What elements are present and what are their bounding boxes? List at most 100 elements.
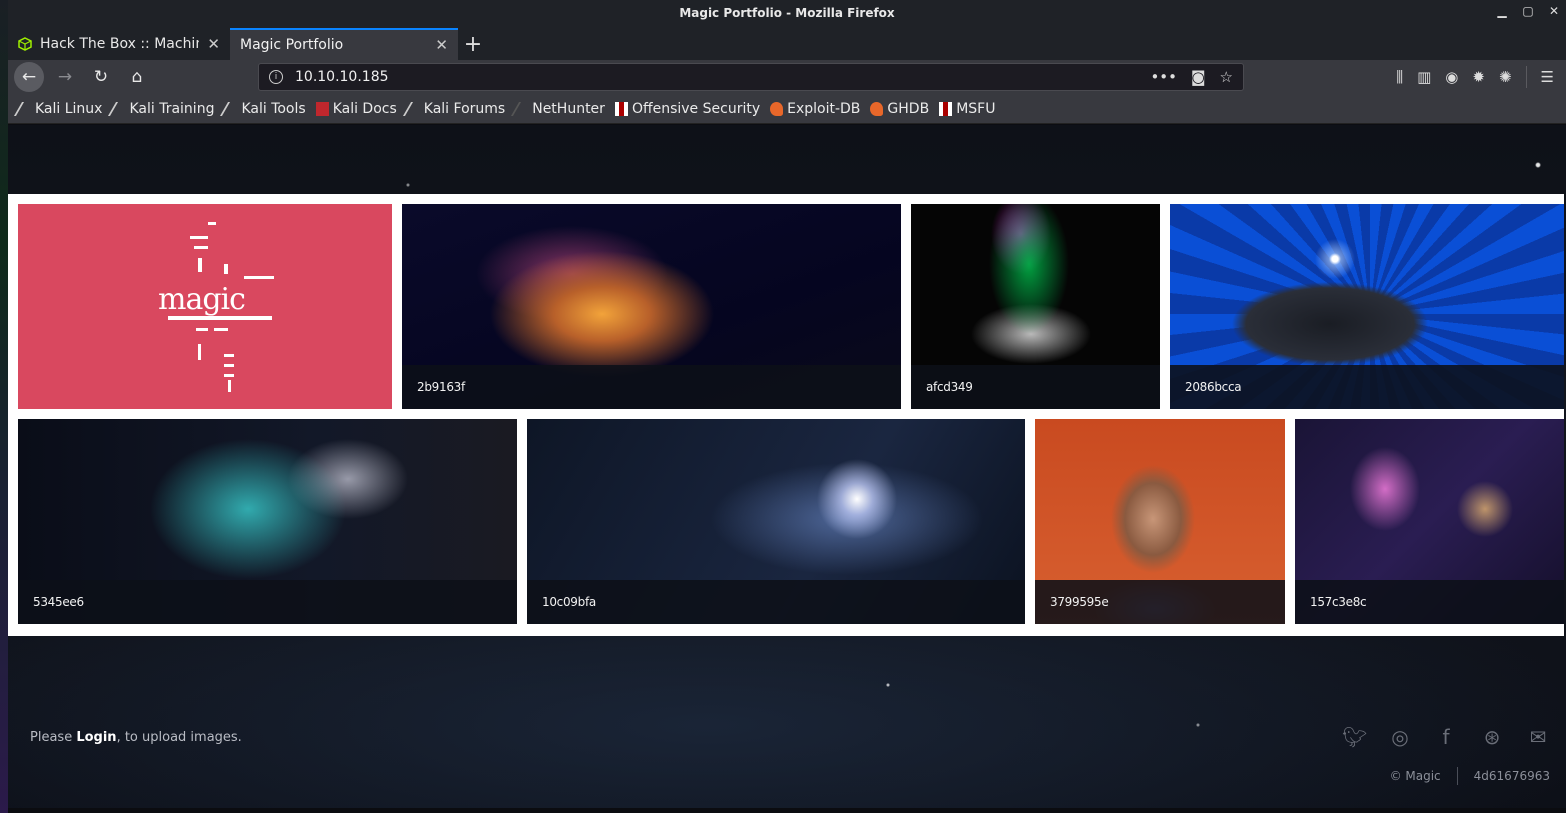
bookmark-ghdb[interactable]: GHDB: [870, 101, 929, 117]
social-links: 🐦︎ ◎ f ⊛ ✉: [1342, 725, 1550, 749]
sidebar-icon[interactable]: ▥: [1417, 68, 1431, 86]
instagram-icon[interactable]: ◎: [1388, 725, 1412, 749]
toolbar-right: ⫼ ▥ ◉ ✹ ✺ ☰: [1396, 66, 1554, 88]
gallery-image-hand[interactable]: afcd349: [911, 204, 1160, 409]
bookmark-msfu[interactable]: MSFU: [939, 101, 995, 117]
nethunter-icon: [511, 101, 533, 116]
arrow-right-icon: →: [57, 67, 73, 87]
bookmark-kali-docs[interactable]: Kali Docs: [315, 100, 397, 117]
image-caption: 2086bcca: [1170, 365, 1564, 409]
url-text[interactable]: 10.10.10.185: [295, 69, 1138, 85]
bookmark-label: Kali Training: [129, 100, 215, 117]
gallery-image-magic-hat[interactable]: 2086bcca: [1170, 204, 1564, 409]
site-info-icon[interactable]: i: [269, 70, 283, 84]
url-bar[interactable]: i 10.10.10.185 ••• ◙ ☆: [258, 63, 1244, 91]
bookmark-offensive-security[interactable]: Offensive Security: [614, 100, 761, 117]
home-button[interactable]: ⌂: [122, 62, 152, 92]
footer-separator: [1456, 767, 1458, 785]
logo-glyph: [196, 328, 208, 331]
page-actions-icon[interactable]: •••: [1150, 68, 1177, 86]
bookmark-label: Kali Docs: [332, 100, 397, 117]
image-gallery: magic 2b9163f afcd349 2086bcca 5345ee6 1…: [8, 194, 1564, 636]
close-tab-icon[interactable]: ✕: [435, 36, 448, 54]
logo-glyph: [224, 354, 234, 357]
extension-fox-icon[interactable]: ✹: [1472, 68, 1485, 86]
logo-glyph: [224, 264, 228, 274]
upload-notice: Please Login, to upload images.: [30, 730, 242, 745]
logo-glyph: [214, 328, 228, 331]
maximize-icon[interactable]: ▢: [1522, 4, 1534, 18]
kali-dragon-icon: [220, 101, 242, 116]
gallery-image-galaxy[interactable]: 10c09bfa: [527, 419, 1025, 624]
navigation-toolbar: ← → ↻ ⌂ i 10.10.10.185 ••• ◙ ☆ ⫼ ▥ ◉ ✹ ✺…: [8, 60, 1566, 94]
upload-notice-prefix: Please: [30, 730, 77, 745]
bookmark-label: Kali Forums: [423, 100, 506, 117]
close-icon[interactable]: ✕: [1548, 4, 1560, 18]
reload-icon: ↻: [93, 67, 109, 87]
logo-glyph: [194, 246, 208, 249]
logo-glyph: [168, 316, 272, 320]
gallery-image-wisps[interactable]: 5345ee6: [18, 419, 517, 624]
facebook-icon[interactable]: f: [1434, 725, 1458, 749]
twitter-icon[interactable]: 🐦︎: [1342, 725, 1367, 749]
bookmark-nethunter[interactable]: NetHunter: [511, 100, 605, 117]
gallery-image-man[interactable]: 3799595e: [1035, 419, 1285, 624]
bookmark-kali-training[interactable]: Kali Training: [108, 100, 215, 117]
back-button[interactable]: ←: [14, 62, 44, 92]
logo-glyph: [244, 276, 274, 279]
bookmark-kali-tools[interactable]: Kali Tools: [220, 100, 306, 117]
page-content: magic 2b9163f afcd349 2086bcca 5345ee6 1…: [8, 125, 1566, 808]
bookmark-exploit-db[interactable]: Exploit-DB: [770, 101, 860, 117]
menu-icon[interactable]: ☰: [1541, 68, 1554, 86]
home-icon: ⌂: [131, 67, 143, 87]
gallery-image-wand[interactable]: 157c3e8c: [1295, 419, 1564, 624]
new-tab-button[interactable]: +: [458, 28, 488, 60]
desktop-background-strip: [0, 0, 8, 813]
bookmark-label: GHDB: [887, 100, 930, 117]
extension-cookie-icon[interactable]: ✺: [1499, 68, 1512, 86]
tab-label: Magic Portfolio: [240, 37, 344, 53]
bookmark-label: Kali Linux: [35, 100, 103, 117]
logo-glyph: [224, 364, 234, 367]
account-icon[interactable]: ◉: [1445, 68, 1458, 86]
minimize-icon[interactable]: ▁: [1496, 4, 1508, 18]
tab-magic-portfolio[interactable]: Magic Portfolio ✕: [230, 28, 458, 60]
logo-glyph: [224, 374, 234, 377]
kali-dragon-icon: [108, 101, 130, 116]
bookmark-label: NetHunter: [532, 100, 605, 117]
logo-glyph: [190, 236, 208, 239]
bookmark-kali-forums[interactable]: Kali Forums: [402, 100, 506, 117]
login-link[interactable]: Login: [76, 730, 116, 745]
toolbar-separator: [1525, 66, 1527, 88]
offsec-icon: [939, 101, 953, 116]
bookmarks-toolbar: Kali Linux Kali Training Kali Tools Kali…: [8, 94, 1566, 124]
reload-button[interactable]: ↻: [86, 62, 116, 92]
ghdb-icon: [870, 101, 884, 116]
bookmark-label: Kali Tools: [241, 100, 306, 117]
bookmark-star-icon[interactable]: ☆: [1220, 68, 1233, 86]
firefox-window: Magic Portfolio - Mozilla Firefox ▁ ▢ ✕ …: [8, 0, 1566, 808]
url-bar-actions: ••• ◙ ☆: [1150, 68, 1233, 86]
tab-hackthebox[interactable]: Hack The Box :: Machines ✕: [8, 28, 230, 60]
close-tab-icon[interactable]: ✕: [207, 35, 220, 53]
logo-glyph: [198, 344, 201, 360]
tab-strip: Hack The Box :: Machines ✕ Magic Portfol…: [8, 26, 1566, 60]
bookmark-label: MSFU: [956, 100, 996, 117]
footer-meta: © Magic 4d61676963: [1390, 767, 1550, 785]
pocket-icon[interactable]: ◙: [1191, 68, 1206, 86]
window-titlebar: Magic Portfolio - Mozilla Firefox ▁ ▢ ✕: [8, 0, 1566, 26]
bookmark-label: Offensive Security: [631, 100, 761, 117]
email-icon[interactable]: ✉: [1526, 725, 1550, 749]
bookmark-kali-linux[interactable]: Kali Linux: [13, 100, 103, 117]
library-icon[interactable]: ⫼: [1396, 68, 1403, 86]
upload-notice-suffix: , to upload images.: [116, 730, 242, 745]
logo-glyph: [198, 258, 202, 272]
plus-icon: +: [463, 31, 483, 57]
gallery-image-book[interactable]: 2b9163f: [402, 204, 901, 409]
image-caption: 10c09bfa: [527, 580, 1025, 624]
dribbble-icon[interactable]: ⊛: [1480, 725, 1504, 749]
forward-button[interactable]: →: [50, 62, 80, 92]
image-caption: 5345ee6: [18, 580, 517, 624]
image-caption: 3799595e: [1035, 580, 1285, 624]
window-controls: ▁ ▢ ✕: [1496, 4, 1560, 18]
